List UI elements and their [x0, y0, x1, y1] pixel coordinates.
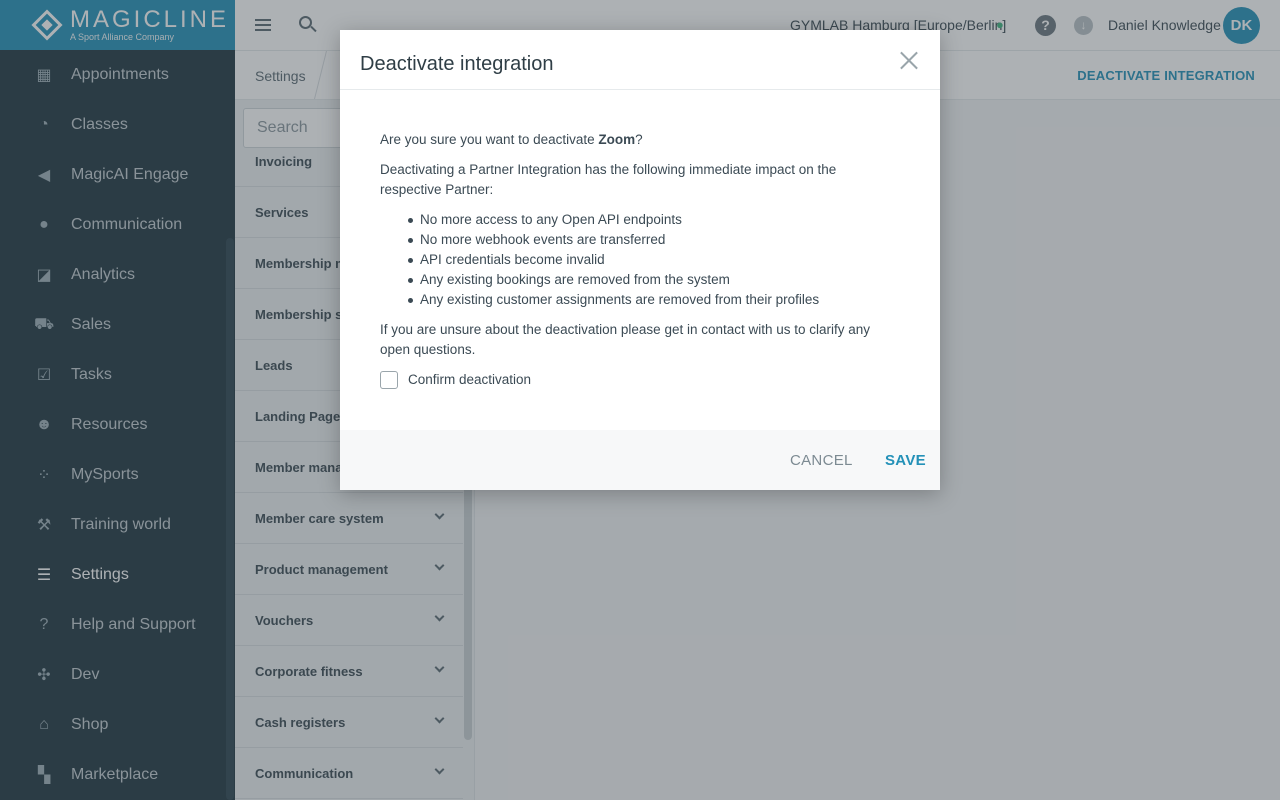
impact-list: No more access to any Open API endpoints… — [380, 210, 900, 310]
impact-item: Any existing customer assignments are re… — [408, 290, 900, 310]
unsure-text: If you are unsure about the deactivation… — [380, 322, 871, 357]
confirm-row[interactable]: Confirm deactivation — [380, 370, 900, 390]
confirm-deactivation-checkbox[interactable] — [380, 371, 398, 389]
dialog-title: Deactivate integration — [360, 53, 554, 75]
dialog-header: Deactivate integration — [340, 30, 940, 90]
confirm-deactivation-label[interactable]: Confirm deactivation — [408, 370, 531, 390]
impact-item: Any existing bookings are removed from t… — [408, 270, 900, 290]
save-button[interactable]: SAVE — [885, 452, 926, 469]
impact-item: No more access to any Open API endpoints — [408, 210, 900, 230]
impact-intro: Deactivating a Partner Integration has t… — [380, 162, 837, 197]
impact-item: API credentials become invalid — [408, 250, 900, 270]
impact-item: No more webhook events are transferred — [408, 230, 900, 250]
close-icon[interactable] — [900, 51, 919, 70]
cancel-button[interactable]: CANCEL — [790, 452, 853, 469]
dialog-body: Are you sure you want to deactivate Zoom… — [380, 130, 900, 390]
dialog-footer: CANCEL SAVE — [340, 430, 940, 490]
confirm-question: Are you sure you want to deactivate Zoom… — [380, 132, 643, 147]
integration-name: Zoom — [598, 132, 636, 147]
deactivate-dialog: Deactivate integration Are you sure you … — [340, 30, 940, 490]
